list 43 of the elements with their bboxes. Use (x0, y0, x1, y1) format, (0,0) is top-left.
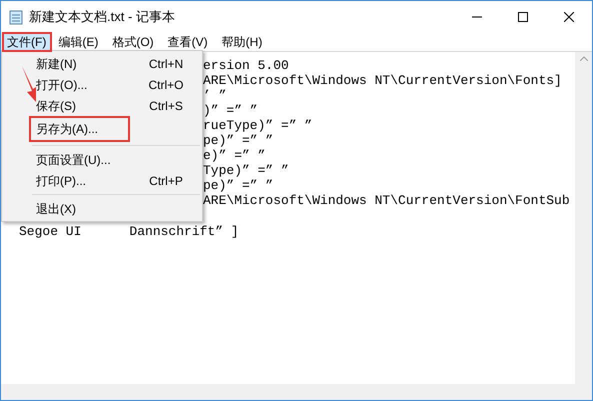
text-line: Type)” =” ” (203, 163, 289, 178)
text-line: Dannschrift” ] (129, 224, 239, 239)
text-line: )” =” ” (203, 103, 258, 118)
menu-item[interactable]: 编辑(E) (54, 33, 102, 51)
text-line: ARE\Microsoft\Windows NT\CurrentVersion\FontSub (203, 193, 570, 208)
menu-item[interactable]: 帮助(H) (218, 33, 266, 51)
option-label: 另存为(A)... (29, 116, 130, 142)
menu-option[interactable]: 打印(P)... Ctrl+P (2, 170, 202, 191)
option-label: 保存(S) (36, 98, 76, 114)
shortcut-label: Ctrl+P (148, 172, 184, 190)
horizontal-scrollbar[interactable] (1, 384, 592, 400)
text-line: ersion 5.00 (203, 58, 289, 73)
close-icon (564, 12, 574, 22)
menu-option[interactable]: 另存为(A)... (2, 116, 202, 142)
shortcut-label: Ctrl+N (148, 56, 184, 72)
menu-option[interactable]: 页面设置(U)... (2, 149, 202, 170)
notepad-icon (9, 9, 23, 25)
text-line: pe)” =” ” (203, 133, 274, 148)
menu-option[interactable]: 打开(O)... Ctrl+O (2, 74, 202, 95)
vertical-scrollbar[interactable] (575, 52, 592, 384)
maximize-icon (518, 12, 528, 22)
menu-item[interactable]: 查看(V) (164, 33, 212, 51)
option-label: 新建(N) (36, 56, 77, 72)
text-line: rueType)” =” ” (203, 118, 312, 133)
text-line: pe)” =” ” (203, 178, 274, 193)
shortcut-label: Ctrl+O (147, 76, 184, 94)
text-line: ’ ” (203, 88, 226, 103)
window-title: 新建文本文档.txt - 记事本 (29, 8, 175, 26)
option-label: 打印(P)... (36, 172, 86, 190)
scroll-up-icon[interactable] (580, 56, 588, 61)
text-line: ARE\Microsoft\Windows NT\CurrentVersion\Fonts] (203, 73, 562, 88)
menu-option[interactable]: 退出(X) (2, 198, 202, 219)
shortcut-label: Ctrl+S (148, 98, 184, 114)
option-label: 退出(X) (36, 200, 76, 218)
highlight-frame (2, 32, 52, 52)
text-line: e)” =” ” (203, 148, 266, 163)
option-label: 页面设置(U)... (36, 152, 111, 168)
menu-option[interactable]: 新建(N) Ctrl+N (2, 53, 202, 74)
text-line: Segoe UI (19, 224, 82, 239)
arrow-icon (21, 65, 37, 103)
menu-option[interactable]: 保存(S) Ctrl+S (2, 95, 202, 116)
menu-item[interactable]: 格式(O) (108, 33, 158, 51)
option-label: 打开(O)... (36, 76, 88, 94)
